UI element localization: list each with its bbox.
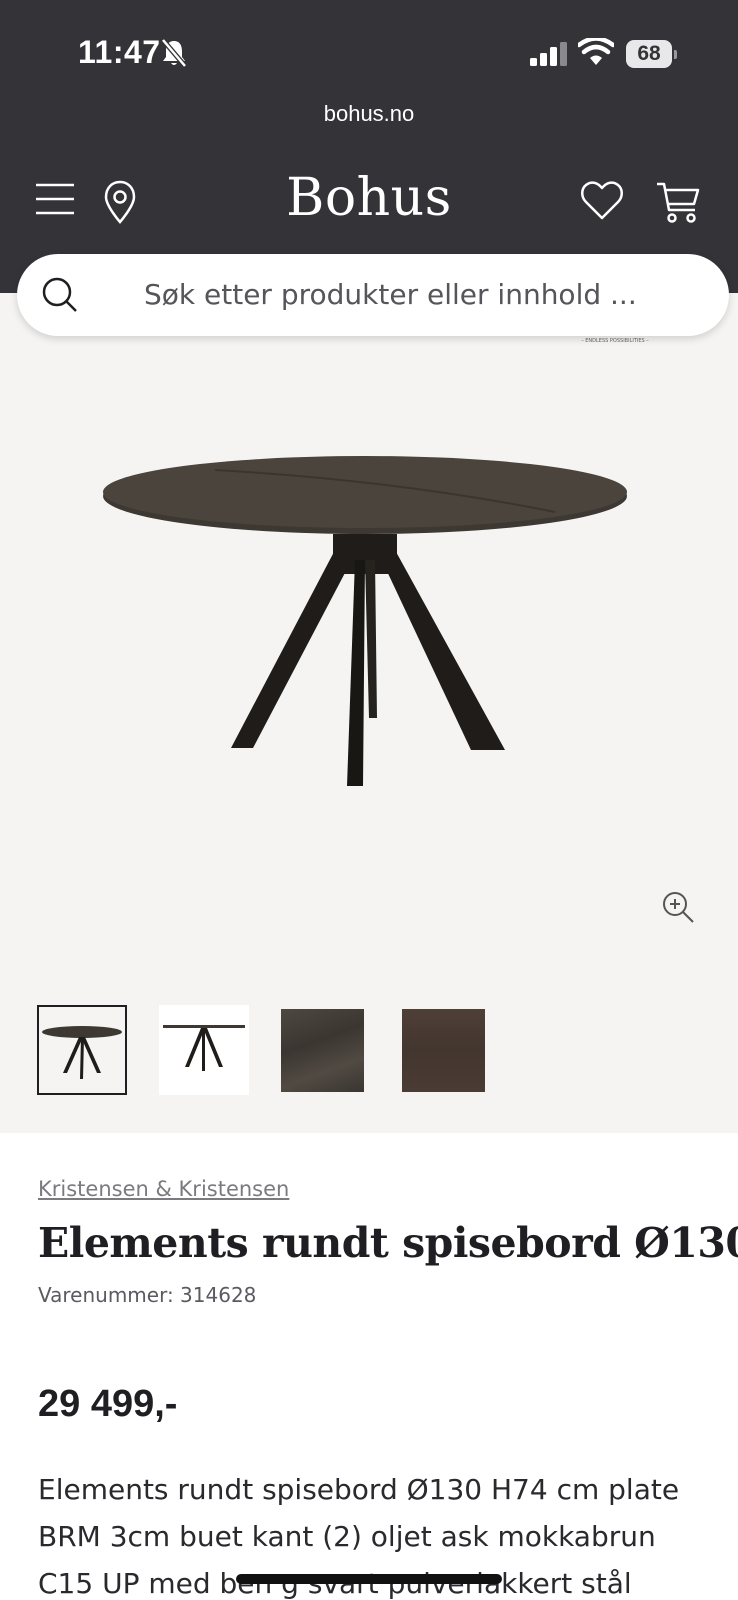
thumbnail-3-wood-texture[interactable] [281,1009,364,1092]
bohus-logo[interactable]: Bohus [0,168,738,228]
product-title: Elements rundt spisebord Ø130 [38,1219,738,1267]
browser-url[interactable]: bohus.no [0,101,738,127]
search-input[interactable]: Søk etter produkter eller innhold ... [144,278,637,311]
home-indicator [236,1574,502,1584]
brand-link[interactable]: Kristensen & Kristensen [38,1177,289,1201]
zoom-in-icon[interactable] [660,889,696,925]
product-price: 29 499,- [38,1383,178,1425]
product-sku: Varenummer: 314628 [38,1283,257,1307]
thumbnail-1[interactable] [37,1005,127,1095]
product-main-image[interactable] [95,450,635,810]
status-time: 11:47 [78,34,161,70]
thumbnail-table-side-image [163,1025,245,1071]
search-icon [42,277,77,312]
wifi-icon [578,38,614,65]
shopping-cart-icon[interactable] [655,180,701,224]
thumbnail-4-color-swatch[interactable] [402,1009,485,1092]
thumbnail-2[interactable] [159,1005,249,1095]
cellular-signal-icon [530,42,567,66]
battery-level: 68 [626,40,672,68]
search-bar[interactable]: Søk etter produkter eller innhold ... [17,254,729,336]
thumbnail-table-image [42,1026,122,1079]
heart-wishlist-icon[interactable] [580,180,624,222]
silent-bell-icon [161,38,187,68]
battery-tip [674,50,677,59]
app-header: 11:47 68 bohus.no Bohus [0,0,738,293]
